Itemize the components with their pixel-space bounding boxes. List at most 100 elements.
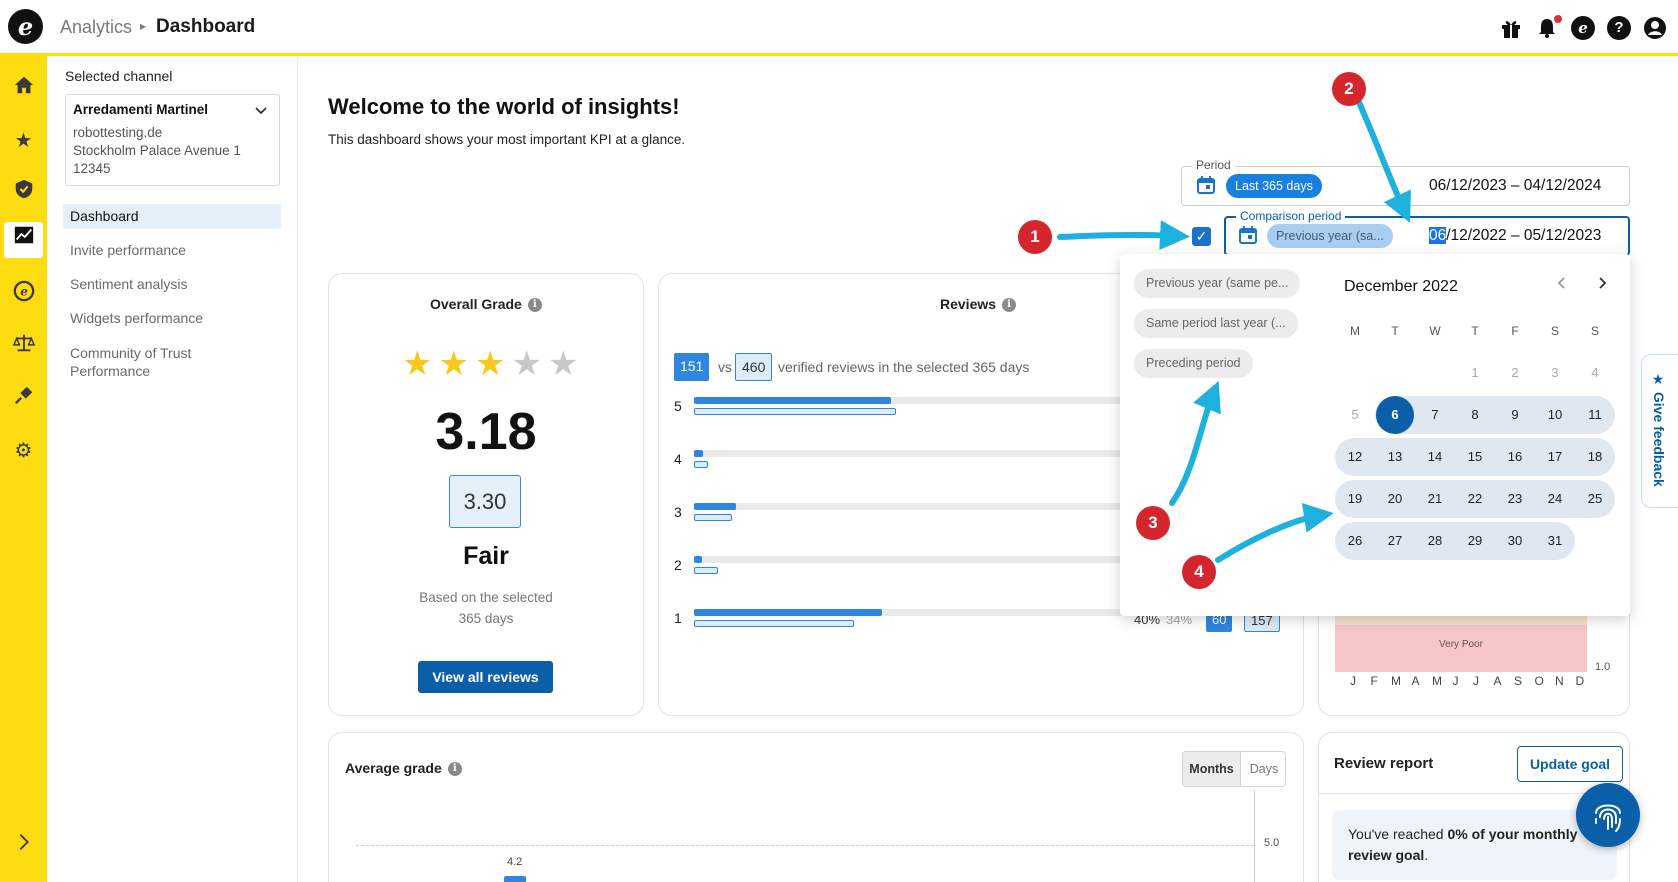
help-icon[interactable]: ? [1607,16,1631,40]
update-goal-button[interactable]: Update goal [1517,746,1623,782]
months-days-toggle: Months Days [1182,751,1286,787]
calendar-day[interactable]: 23 [1495,480,1535,518]
analytics-icon[interactable] [4,222,43,258]
toggle-months[interactable]: Months [1183,752,1241,786]
breadcrumb-analytics[interactable]: Analytics [60,17,132,38]
plug-icon[interactable] [8,384,39,415]
scales-icon[interactable] [8,332,39,363]
calendar-day[interactable]: 26 [1335,522,1375,560]
toggle-days[interactable]: Days [1241,752,1285,786]
expand-sidebar-icon[interactable] [8,831,39,862]
nav-item-dashboard[interactable]: Dashboard [63,204,281,229]
calendar-day[interactable]: 15 [1455,438,1495,476]
calendar-day[interactable]: 24 [1535,480,1575,518]
chevron-down-icon[interactable] [253,103,269,122]
month-tick-label: O [1534,674,1544,688]
calendar-day[interactable]: 9 [1495,396,1535,434]
comparison-checkbox[interactable]: ✓ [1192,227,1211,246]
fingerprint-button[interactable] [1576,783,1640,847]
period-field[interactable]: Period Last 365 days 06/12/2023 – 04/12/… [1181,158,1630,206]
page-title: Welcome to the world of insights! [328,94,680,119]
weekday-label: S [1550,324,1559,338]
star-icon: ★ [511,345,548,383]
month-tick-label: J [1473,674,1479,688]
calendar-day[interactable]: 29 [1455,522,1495,560]
calendar-day[interactable]: 12 [1335,438,1375,476]
review-bar-track [694,609,1164,616]
review-bar-compare [694,461,708,468]
preset-preceding-period[interactable]: Preceding period [1134,349,1253,378]
calendar-day[interactable]: 27 [1375,522,1415,560]
calendar-day[interactable]: 2 [1495,354,1535,392]
period-range: 06/12/2023 – 04/12/2024 [1429,177,1602,194]
view-all-reviews-button[interactable]: View all reviews [418,661,553,693]
trusted-account-icon[interactable]: e [1571,16,1595,40]
month-tick-label: S [1514,674,1523,688]
trusted-icon[interactable]: e [8,280,39,311]
calendar-day[interactable]: 10 [1535,396,1575,434]
gear-icon[interactable]: ⚙ [8,436,39,467]
calendar-day[interactable]: 17 [1535,438,1575,476]
calendar-prev-icon[interactable] [1553,274,1571,297]
very-poor-band-label: Very Poor [1439,639,1483,650]
info-icon[interactable]: i [527,298,542,313]
comparison-range[interactable]: 06/12/2022 – 05/12/2023 [1429,227,1601,245]
month-tick-label: N [1555,674,1564,688]
period-chip[interactable]: Last 365 days [1226,174,1322,198]
calendar-day[interactable]: 13 [1375,438,1415,476]
reviews-caption: verified reviews in the selected 365 day… [778,359,1030,375]
weekday-label: M [1350,324,1360,338]
month-tick-label: F [1370,674,1378,688]
gift-icon[interactable] [1499,16,1523,40]
calendar-day[interactable]: 18 [1575,438,1615,476]
calendar-day[interactable]: 8 [1455,396,1495,434]
calendar-day[interactable]: 25 [1575,480,1615,518]
give-feedback-label[interactable]: ★ Give feedback [1651,372,1667,487]
calendar-next-icon[interactable] [1593,274,1611,297]
star-icon[interactable]: ★ [8,126,39,157]
calendar-day[interactable]: 4 [1575,354,1615,392]
annotation-marker-4: 4 [1182,555,1216,589]
calendar-day[interactable]: 22 [1455,480,1495,518]
account-icon[interactable] [1643,16,1667,40]
calendar-day[interactable]: 19 [1335,480,1375,518]
calendar-day[interactable]: 21 [1415,480,1455,518]
calendar-day[interactable]: 11 [1575,396,1615,434]
comparison-chip[interactable]: Previous year (sa... [1267,224,1393,248]
nav-item-widgets-performance[interactable]: Widgets performance [63,306,281,331]
shield-icon[interactable] [8,178,39,209]
calendar-day[interactable]: 1 [1455,354,1495,392]
app-sidebar: ★ e ⚙ [0,56,47,882]
average-grade-axis-max: 5.0 [1264,837,1280,849]
calendar-day[interactable]: 31 [1535,522,1575,560]
calendar-day[interactable]: 20 [1375,480,1415,518]
calendar-day[interactable]: 30 [1495,522,1535,560]
trusted-logo[interactable]: e [8,9,43,44]
calendar-day[interactable]: 16 [1495,438,1535,476]
calendar-day[interactable]: 14 [1415,438,1455,476]
home-icon[interactable] [8,74,39,105]
nav-item-sentiment-analysis[interactable]: Sentiment analysis [63,272,281,297]
calendar-day[interactable]: 28 [1415,522,1455,560]
calendar-day[interactable]: 3 [1535,354,1575,392]
review-vs: vs [718,359,732,375]
nav-item-invite-performance[interactable]: Invite performance [63,238,281,263]
review-bar-compare [694,567,718,574]
info-icon[interactable]: i [447,762,462,777]
calendar-icon [1197,176,1215,199]
grade-label: Fair [463,542,509,570]
preset-previous-year[interactable]: Previous year (same pe... [1134,269,1301,298]
star-icon: ★ [438,345,475,383]
calendar-day[interactable]: 6 [1375,396,1415,434]
grade-axis-min: 1.0 [1595,661,1611,673]
info-icon[interactable]: i [1002,298,1017,313]
calendar-day[interactable]: 7 [1415,396,1455,434]
calendar-day[interactable]: 5 [1335,396,1375,434]
weekday-label: T [1471,324,1479,338]
nav-item-community-of-trust[interactable]: Community of Trust Performance [63,343,223,383]
preset-same-period-last-year[interactable]: Same period last year (... [1134,309,1298,338]
month-tick-label: J [1350,674,1356,688]
comparison-period-field[interactable]: Comparison period Previous year (sa... 0… [1224,209,1630,256]
channel-selector[interactable]: Arredamenti Martinel robottesting.de Sto… [65,94,280,186]
star-row-label: 1 [674,610,682,626]
